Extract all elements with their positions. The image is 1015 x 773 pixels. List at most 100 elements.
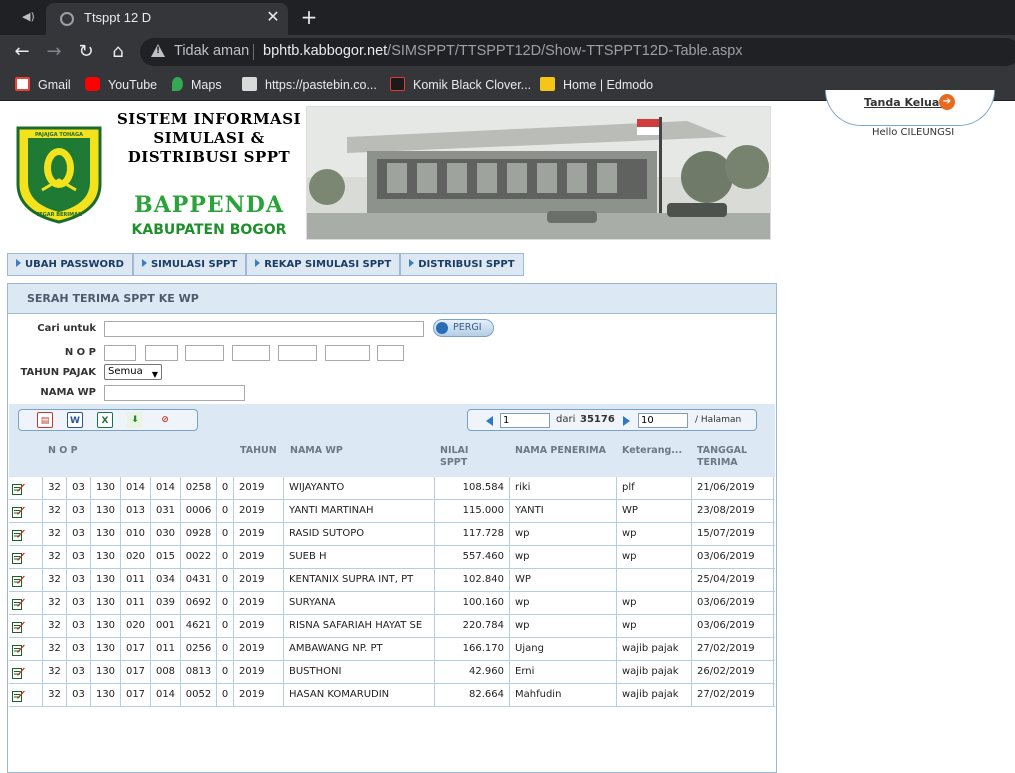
logout-link[interactable]: Tanda Keluar: [864, 96, 945, 109]
menu-ubah-password[interactable]: UBAH PASSWORD: [7, 253, 133, 276]
app-title: SISTEM INFORMASI SIMULASI & DISTRIBUSI S…: [112, 110, 306, 167]
close-icon[interactable]: ✕: [264, 8, 282, 26]
edit-record-icon[interactable]: [12, 574, 25, 587]
edit-record-icon[interactable]: [12, 528, 25, 541]
browser-toolbar: ← → ↻ ⌂ Tidak aman bphtb.kabbogor.net/SI…: [0, 35, 1015, 69]
edit-record-icon[interactable]: [12, 597, 25, 610]
nop-kabupaten-cell: 03: [67, 615, 91, 638]
svg-text:TEGAR BERIMAN: TEGAR BERIMAN: [36, 212, 82, 218]
tanggal-terima-cell: 27/02/2019: [692, 684, 774, 707]
word-export-icon[interactable]: W: [67, 412, 83, 428]
column-header-nop[interactable]: N O P: [48, 445, 78, 457]
download-icon[interactable]: ⬇: [127, 412, 143, 428]
nama-penerima-cell: Erni: [510, 661, 617, 684]
nop-provinsi-cell: 32: [43, 500, 67, 523]
table-row: 32 03 130 020 001 4621 0 2019 RISNA SAFARIAH HAY…: [9, 615, 775, 638]
edit-record-icon[interactable]: [12, 505, 25, 518]
bookmark-gmail[interactable]: Gmail: [15, 76, 71, 94]
edit-cell[interactable]: [9, 684, 43, 707]
nop-field-2[interactable]: [145, 345, 178, 361]
edit-record-icon[interactable]: [12, 620, 25, 633]
nop-kecamatan-cell: 130: [91, 661, 121, 684]
column-header-tanggal[interactable]: TANGGAL TERIMA: [697, 445, 747, 469]
nama-penerima-cell: YANTI: [510, 500, 617, 523]
nama-wp-input[interactable]: [104, 385, 245, 401]
edit-cell[interactable]: [9, 661, 43, 684]
nama-wp-cell: KENTANIX SUPRA INT, PT: [284, 569, 435, 592]
search-input[interactable]: [104, 321, 424, 337]
column-header-keterangan[interactable]: Keterang...: [622, 445, 682, 457]
pdf-export-icon[interactable]: ▤: [37, 412, 53, 428]
tanggal-terima-cell: 25/04/2019: [692, 569, 774, 592]
reload-icon[interactable]: ↻: [75, 41, 97, 63]
bookmark-komik[interactable]: Komik Black Clover...: [390, 76, 531, 94]
bookmark-youtube[interactable]: YouTube: [85, 76, 157, 94]
forward-arrow-icon[interactable]: →: [43, 41, 65, 63]
tab-audio-icon[interactable]: ◀): [22, 10, 36, 24]
menu-rekap-simulasi-sppt[interactable]: REKAP SIMULASI SPPT: [246, 253, 401, 276]
back-arrow-icon[interactable]: ←: [11, 41, 33, 63]
nilai-sppt-cell: 220.784: [435, 615, 510, 638]
nop-blok-cell: 001: [151, 615, 181, 638]
menu-distribusi-sppt[interactable]: DISTRIBUSI SPPT: [400, 253, 524, 276]
nop-field-1[interactable]: [104, 345, 136, 361]
new-tab-plus-icon[interactable]: +: [299, 7, 319, 27]
nop-provinsi-cell: 32: [43, 477, 67, 500]
warning-icon[interactable]: [151, 44, 165, 57]
nop-provinsi-cell: 32: [43, 592, 67, 615]
logout-arrow-icon[interactable]: ➔: [939, 94, 955, 110]
page-number-input[interactable]: 1: [500, 413, 550, 428]
bookmark-edmodo[interactable]: Home | Edmodo: [540, 76, 653, 94]
excel-export-icon[interactable]: X: [97, 412, 113, 428]
edit-cell[interactable]: [9, 638, 43, 661]
column-header-penerima[interactable]: NAMA PENERIMA: [515, 445, 606, 457]
bookmark-maps[interactable]: Maps: [172, 76, 222, 94]
column-header-tahun[interactable]: TAHUN: [240, 445, 277, 457]
nama-wp-cell: HASAN KOMARUDIN: [284, 684, 435, 707]
edit-cell[interactable]: [9, 615, 43, 638]
browser-tab-active[interactable]: Ttsppt 12 D ✕: [46, 3, 288, 35]
next-page-icon[interactable]: [623, 416, 630, 426]
edit-record-icon[interactable]: [12, 666, 25, 679]
column-header-nilai[interactable]: NILAI SPPT: [440, 445, 468, 469]
edmodo-icon: [540, 77, 555, 91]
nop-kelurahan-cell: 011: [121, 569, 151, 592]
menu-simulasi-sppt[interactable]: SIMULASI SPPT: [132, 253, 247, 276]
edit-record-icon[interactable]: [12, 482, 25, 495]
edit-cell[interactable]: [9, 592, 43, 615]
nop-jenis-cell: 0: [217, 477, 234, 500]
logout-area: Tanda Keluar ➔: [825, 90, 995, 126]
edit-cell[interactable]: [9, 523, 43, 546]
column-header-nama-wp[interactable]: NAMA WP: [290, 445, 343, 457]
previous-page-icon[interactable]: [486, 416, 493, 426]
pergi-button[interactable]: PERGI: [433, 319, 494, 337]
clear-filter-icon[interactable]: ⊘: [157, 412, 173, 428]
nop-field-5[interactable]: [278, 345, 317, 361]
user-greeting: Hello CILEUNGSI: [872, 127, 955, 138]
bookmark-pastebin[interactable]: https://pastebin.co...: [242, 76, 377, 94]
nama-penerima-cell: Ujang: [510, 638, 617, 661]
globe-icon: [60, 12, 74, 26]
edit-cell[interactable]: [9, 500, 43, 523]
nop-field-6[interactable]: [325, 345, 370, 361]
edit-cell[interactable]: [9, 546, 43, 569]
nop-kabupaten-cell: 03: [67, 661, 91, 684]
edit-record-icon[interactable]: [12, 643, 25, 656]
edit-record-icon[interactable]: [12, 689, 25, 702]
nop-kecamatan-cell: 130: [91, 638, 121, 661]
nop-field-4[interactable]: [232, 345, 270, 361]
url-text[interactable]: bphtb.kabbogor.net/SIMSPPT/TTSPPT12D/Sho…: [263, 43, 743, 59]
page-size-input[interactable]: 10: [638, 413, 688, 428]
edit-record-icon[interactable]: [12, 551, 25, 564]
security-label[interactable]: Tidak aman: [174, 43, 249, 59]
pager: 1 dari 35176 10 / Halaman: [467, 409, 757, 431]
nop-field-7[interactable]: [377, 345, 404, 361]
nop-kabupaten-cell: 03: [67, 638, 91, 661]
address-bar[interactable]: Tidak aman bphtb.kabbogor.net/SIMSPPT/TT…: [140, 38, 1015, 66]
nop-field-3[interactable]: [185, 345, 224, 361]
office-building-banner: [306, 106, 771, 240]
home-icon[interactable]: ⌂: [107, 41, 129, 63]
edit-cell[interactable]: [9, 569, 43, 592]
tahun-pajak-select[interactable]: Semua ▼: [104, 364, 162, 380]
edit-cell[interactable]: [9, 477, 43, 500]
